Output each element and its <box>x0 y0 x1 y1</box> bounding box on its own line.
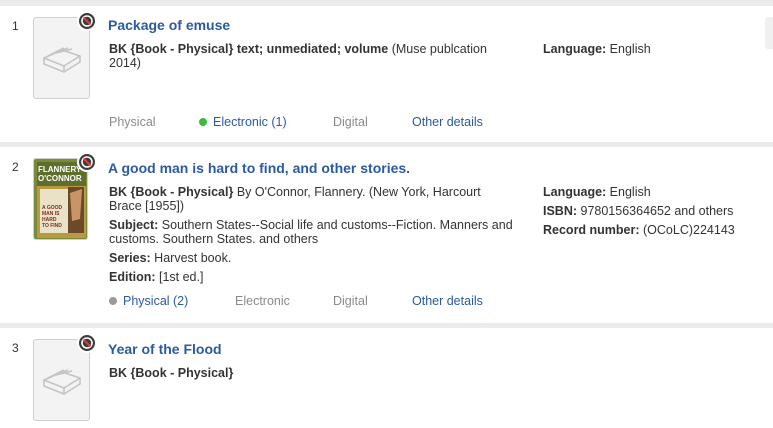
series-value: Harvest book. <box>150 251 232 265</box>
cover-title: A GOOD MAN IS HARD TO FIND <box>42 205 63 229</box>
result-title[interactable]: A good man is hard to find, and other st… <box>108 160 410 176</box>
result-side-details: Language: English ISBN: 9780156364652 an… <box>543 185 768 242</box>
language-value: English <box>606 42 651 56</box>
isbn-label: ISBN: <box>543 204 578 218</box>
result-details: BK {Book - Physical} By O'Connor, Flanne… <box>109 185 514 289</box>
tab-physical[interactable]: Physical <box>109 115 156 129</box>
result-details: BK {Book - Physical} text; unmediated; v… <box>109 42 519 75</box>
subject-label: Subject: <box>109 218 159 232</box>
result-card: 1 Package of emuse BK {Book - Physical} … <box>0 6 773 142</box>
open-book-icon <box>43 47 81 73</box>
series-label: Series: <box>109 251 151 265</box>
tab-digital[interactable]: Digital <box>333 115 368 129</box>
language-label: Language: <box>543 185 607 199</box>
tab-physical[interactable]: Physical (2) <box>109 294 188 308</box>
tab-other-details[interactable]: Other details <box>412 115 483 129</box>
edition-label: Edition: <box>109 270 156 284</box>
record-number-label: Record number: <box>543 223 640 237</box>
no-entry-icon[interactable] <box>77 333 97 353</box>
unavailable-dot-icon <box>109 297 117 305</box>
no-entry-icon[interactable] <box>77 152 97 172</box>
cover-author: FLANNERY O'CONNOR <box>38 165 82 183</box>
format-label: BK {Book - Physical} <box>109 185 234 199</box>
result-number: 3 <box>12 341 19 355</box>
book-cover-image[interactable]: FLANNERY O'CONNOR A GOOD MAN IS HARD TO … <box>33 158 88 240</box>
available-dot-icon <box>199 118 207 126</box>
isbn-value: 9780156364652 and others <box>577 204 734 218</box>
language-label: Language: <box>543 42 607 56</box>
tab-digital[interactable]: Digital <box>333 294 368 308</box>
open-book-icon <box>43 369 81 395</box>
record-number-value: (OCoLC)224143 <box>639 223 735 237</box>
tab-electronic[interactable]: Electronic <box>235 294 290 308</box>
result-title[interactable]: Year of the Flood <box>108 341 222 357</box>
subject-value: Southern States--Social life and customs… <box>109 218 513 246</box>
tab-electronic-label: Electronic (1) <box>213 115 287 129</box>
tab-electronic[interactable]: Electronic (1) <box>199 115 287 129</box>
result-number: 2 <box>12 160 19 174</box>
language-value: English <box>606 185 651 199</box>
scrollbar-edge[interactable] <box>765 17 773 49</box>
tab-other-details[interactable]: Other details <box>412 294 483 308</box>
no-entry-icon[interactable] <box>77 11 97 31</box>
result-card: 2 FLANNERY O'CONNOR A GOOD MAN IS HARD T… <box>0 147 773 323</box>
tab-physical-label: Physical (2) <box>123 294 189 308</box>
edition-value: [1st ed.] <box>155 270 204 284</box>
format-label: BK {Book - Physical} text; unmediated; v… <box>109 42 389 56</box>
result-title[interactable]: Package of emuse <box>108 17 230 33</box>
result-number: 1 <box>12 19 19 33</box>
result-card: 3 Year of the Flood BK {Book - Physical} <box>0 328 773 428</box>
format-label: BK {Book - Physical} <box>109 366 234 380</box>
result-details: BK {Book - Physical} <box>109 366 519 385</box>
result-side-details: Language: English <box>543 42 768 61</box>
